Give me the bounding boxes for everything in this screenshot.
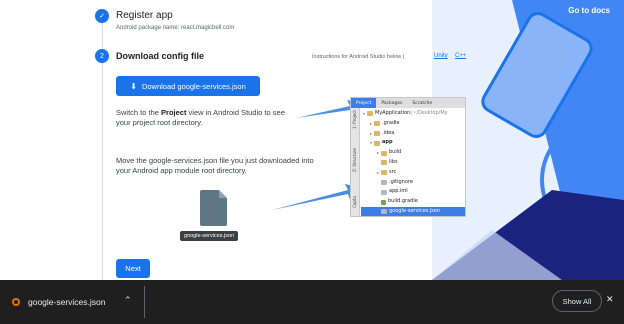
tab-scratches[interactable]: Scratche	[407, 98, 437, 108]
instructions-label: Instructions for Android Studio below |	[312, 54, 405, 60]
side-label-captures[interactable]: Captu	[352, 196, 357, 208]
download-bar: google-services.json ⌃	[0, 280, 624, 324]
move-file-text: Move the google-services.json file you j…	[116, 156, 314, 175]
tree-row[interactable]: .gitignore	[361, 178, 465, 188]
tool-window-strip: 1: Project Z: Structure Captu	[351, 108, 360, 216]
tree-row-label: .idea	[382, 129, 395, 136]
project-path-text: (~/Desktop/My	[410, 110, 448, 116]
tree-row[interactable]: ▸ build	[361, 148, 465, 158]
tree-row-label: build.gradle	[388, 198, 418, 205]
tree-row[interactable]: ▸ src	[361, 168, 465, 178]
tree-row[interactable]: ▾ app	[361, 138, 465, 148]
file-icon	[381, 179, 387, 185]
tree-row-label: google-services.json	[389, 207, 441, 214]
side-label-structure[interactable]: Z: Structure	[352, 148, 357, 172]
json-file-icon	[200, 190, 227, 226]
tree-row-label: .gitignore	[389, 178, 413, 185]
tree-row-label: build	[389, 149, 402, 156]
file-name-tooltip: google-services.json	[180, 231, 239, 241]
tree-row-label: src	[389, 168, 397, 175]
close-icon[interactable]: ✕	[606, 294, 614, 305]
tree-row-label: MyApplication	[375, 110, 411, 116]
tree-row-label: app.iml	[389, 188, 408, 195]
project-tree: ▾ MyApplication (~/Desktop/My ▸ .gradle ▸ .id…	[361, 109, 465, 216]
register-app-title: Register app	[116, 10, 173, 21]
tree-row-label: app	[382, 139, 393, 146]
download-icon: ⬇	[130, 81, 137, 91]
folder-icon	[381, 170, 387, 176]
downloaded-file-item[interactable]: google-services.json	[12, 280, 105, 324]
file-icon	[381, 189, 387, 195]
side-label-project[interactable]: 1: Project	[352, 110, 357, 129]
folder-icon	[374, 121, 380, 127]
switch-project-view-text: Switch to the Project view in Android St…	[116, 108, 285, 127]
step-number-badge: 2	[95, 49, 109, 63]
file-icon	[381, 209, 387, 215]
gradle-icon	[381, 199, 386, 205]
project-view-tabs: Project Packages Scratche	[351, 98, 465, 108]
check-icon: ✓	[95, 9, 109, 23]
tab-packages[interactable]: Packages	[376, 98, 407, 108]
go-to-docs-link[interactable]: Go to docs	[568, 6, 610, 15]
tab-project[interactable]: Project	[351, 98, 377, 108]
tree-row[interactable]: ▸ .gradle	[361, 119, 465, 129]
download-config-button[interactable]: ⬇ Download google-services.json	[116, 76, 260, 96]
folder-icon	[381, 150, 387, 156]
cpp-link[interactable]: C++	[455, 53, 466, 59]
folder-icon	[367, 111, 373, 117]
show-all-button[interactable]: Show All	[552, 290, 602, 312]
folder-icon	[374, 140, 380, 146]
chevron-up-icon[interactable]: ⌃	[124, 295, 132, 306]
next-button[interactable]: Next	[116, 259, 150, 278]
folder-icon	[381, 160, 387, 166]
download-button-label: Download google-services.json	[141, 81, 246, 91]
android-studio-project-panel: Project Packages Scratche 1: Project Z: …	[350, 97, 466, 217]
download-config-title: Download config file	[116, 51, 204, 61]
tree-row-label: libs	[389, 158, 398, 165]
tree-row[interactable]: ▾ MyApplication (~/Desktop/My	[361, 109, 465, 119]
tree-row[interactable]: google-services.json	[361, 206, 465, 216]
divider	[144, 286, 145, 318]
tree-row[interactable]: build.gradle	[361, 197, 465, 207]
tree-row[interactable]: ▸ .idea	[361, 129, 465, 139]
file-type-icon	[12, 298, 20, 306]
folder-icon	[374, 130, 380, 136]
unity-link[interactable]: Unity	[434, 53, 448, 59]
tree-row-label: .gradle	[382, 119, 400, 126]
package-name-text: Android package name: react.magicbell.co…	[116, 25, 235, 31]
tree-row[interactable]: app.iml	[361, 187, 465, 197]
tree-row[interactable]: libs	[361, 158, 465, 168]
downloaded-file-name: google-services.json	[28, 297, 106, 307]
